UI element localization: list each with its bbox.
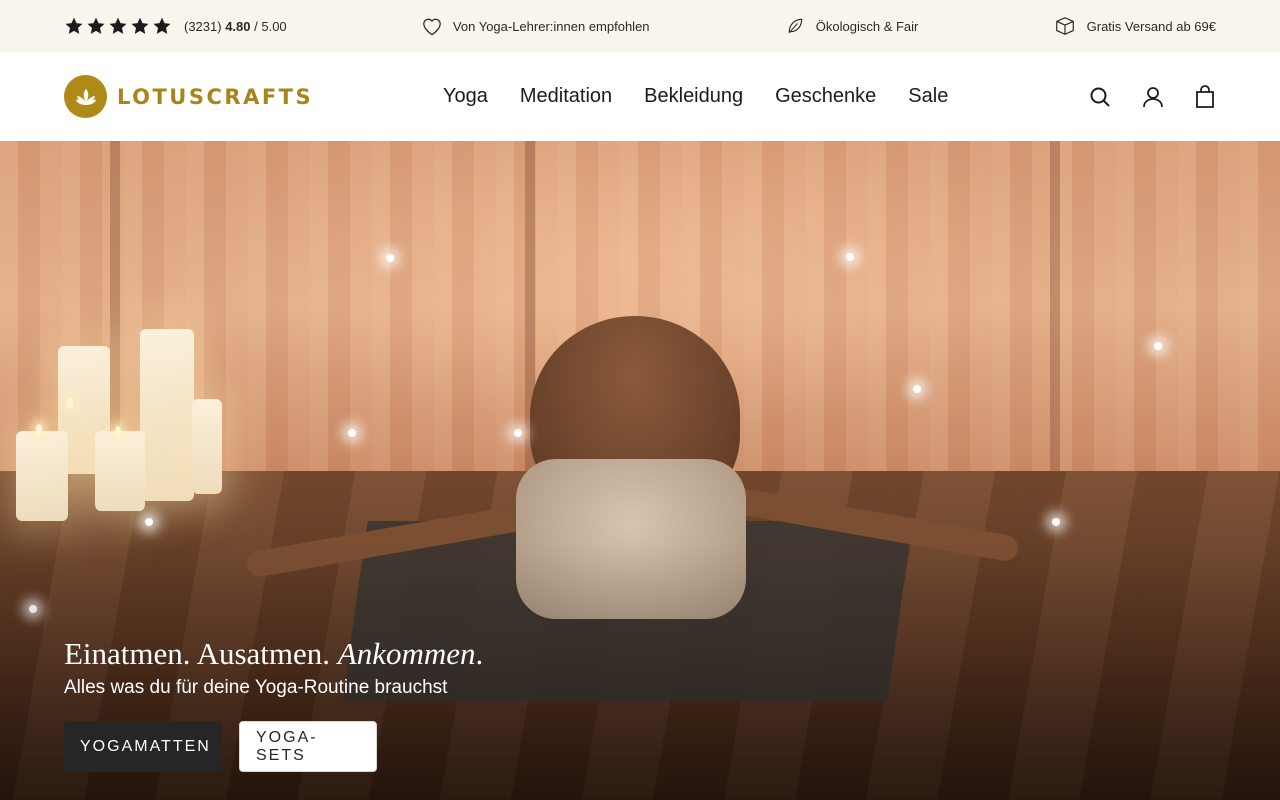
light-glow: [846, 253, 854, 261]
yoga-sets-button[interactable]: YOGA-SETS: [239, 721, 377, 772]
logo-text: LOTUSCRAFTS: [117, 84, 314, 109]
candle: [16, 431, 68, 521]
hero-buttons: YOGAMATTEN YOGA-SETS: [64, 721, 483, 772]
hero-title-emphasis: Ankommen: [337, 636, 476, 671]
candle-flame: [115, 426, 121, 438]
hero-banner: Einatmen. Ausatmen. Ankommen. Alles was …: [0, 141, 1280, 800]
hero-title-end: .: [475, 636, 484, 671]
eco-badge: Ökologisch & Fair: [784, 16, 919, 36]
hero-content: Einatmen. Ausatmen. Ankommen. Alles was …: [64, 635, 483, 772]
star-icon: [87, 17, 105, 34]
rating-max: / 5.00: [254, 18, 287, 34]
hero-title: Einatmen. Ausatmen. Ankommen.: [64, 635, 483, 673]
light-glow: [913, 385, 921, 393]
recommended-text: Von Yoga-Lehrer:innen empfohlen: [452, 18, 650, 34]
heart-icon: [421, 16, 443, 36]
logo[interactable]: LOTUSCRAFTS: [64, 75, 313, 118]
yogamatten-button[interactable]: YOGAMATTEN: [64, 721, 222, 772]
nav-sale[interactable]: Sale: [908, 85, 948, 108]
header-actions: [1088, 52, 1216, 141]
candle-flame: [67, 397, 73, 409]
account-icon[interactable]: [1142, 85, 1164, 109]
leaf-icon: [784, 16, 806, 36]
candle-flame: [36, 424, 42, 436]
bag-icon[interactable]: [1194, 84, 1216, 109]
nav-meditation[interactable]: Meditation: [520, 85, 612, 108]
hero-subtitle: Alles was du für deine Yoga-Routine brau…: [64, 677, 448, 698]
nav-yoga[interactable]: Yoga: [443, 85, 488, 108]
star-icon: [65, 17, 83, 34]
main-nav: Yoga Meditation Bekleidung Geschenke Sal…: [443, 52, 948, 141]
lotus-icon: [64, 75, 107, 118]
star-icon: [153, 17, 171, 34]
promo-bar: (3231) 4.80 / 5.00 Von Yoga-Lehrer:innen…: [0, 0, 1280, 52]
nav-geschenke[interactable]: Geschenke: [775, 85, 876, 108]
light-glow: [1154, 342, 1162, 350]
candle: [140, 329, 194, 501]
rating-value: 4.80: [225, 18, 251, 34]
search-icon[interactable]: [1088, 85, 1112, 109]
rating-summary[interactable]: (3231) 4.80 / 5.00: [64, 16, 287, 36]
candle: [95, 431, 145, 511]
site-header: LOTUSCRAFTS Yoga Meditation Bekleidung G…: [0, 52, 1280, 141]
eco-text: Ökologisch & Fair: [815, 18, 919, 34]
shipping-text: Gratis Versand ab 69€: [1086, 18, 1216, 34]
recommended-badge: Von Yoga-Lehrer:innen empfohlen: [421, 16, 650, 36]
hero-title-main: Einatmen. Ausatmen.: [64, 636, 338, 671]
candle: [192, 399, 222, 494]
rating-count: (3231): [184, 18, 222, 34]
star-icon: [109, 17, 127, 34]
light-glow: [514, 429, 522, 437]
shipping-badge: Gratis Versand ab 69€: [1053, 15, 1216, 37]
light-glow: [145, 518, 153, 526]
star-icon: [131, 17, 149, 34]
rating-stars: [64, 16, 172, 36]
light-glow: [386, 254, 394, 262]
light-glow: [348, 429, 356, 437]
package-icon: [1053, 15, 1077, 37]
nav-bekleidung[interactable]: Bekleidung: [644, 85, 743, 108]
light-glow: [1052, 518, 1060, 526]
